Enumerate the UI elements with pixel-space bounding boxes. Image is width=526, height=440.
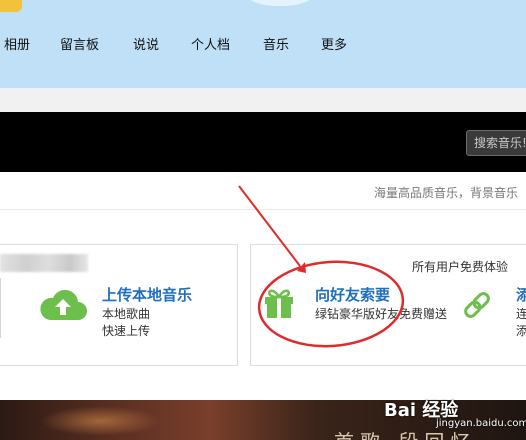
add-link-title[interactable]: 添 <box>516 284 526 305</box>
link-icon <box>460 288 494 326</box>
nav-item-more[interactable]: 更多 <box>321 34 347 53</box>
ask-friend-title[interactable]: 向好友索要 <box>315 284 390 305</box>
add-link-desc-line2: 添 <box>516 324 526 338</box>
gray-strip <box>0 88 526 112</box>
top-header: 相册 留言板 说说 个人档 音乐 更多 <box>0 0 526 88</box>
cloud-upload-icon <box>38 288 88 326</box>
watermark-url: jingyan.baidu.com <box>436 418 526 429</box>
upload-desc-line2: 快速上传 <box>102 324 151 338</box>
music-slogan: 海量高品质音乐，背景音乐 <box>374 186 519 200</box>
divider <box>0 278 1 338</box>
gift-icon <box>262 286 296 324</box>
add-link-desc-line1: 连 <box>516 307 526 321</box>
upload-desc-line1: 本地歌曲 <box>102 307 151 321</box>
nav-item-albums[interactable]: 相册 <box>4 34 30 53</box>
ask-friend-desc: 绿钻豪华版好友免费赠送 <box>315 307 448 321</box>
nav-item-shuoshuo[interactable]: 说说 <box>133 34 159 53</box>
divider <box>0 209 526 210</box>
music-search-input[interactable]: 搜索音乐! <box>466 130 526 156</box>
upload-local-music-title[interactable]: 上传本地音乐 <box>102 284 192 305</box>
nav-item-profile[interactable]: 个人档 <box>191 34 230 53</box>
music-toolbar <box>0 112 526 172</box>
banner-glow <box>40 406 160 436</box>
nav-item-guestbook[interactable]: 留言板 <box>60 34 99 53</box>
blurred-text <box>0 254 88 272</box>
logo-corner <box>0 0 22 12</box>
nav-item-music[interactable]: 音乐 <box>263 34 289 53</box>
header-decoration <box>248 0 312 6</box>
free-trial-label: 所有用户免费体验 <box>412 260 509 274</box>
